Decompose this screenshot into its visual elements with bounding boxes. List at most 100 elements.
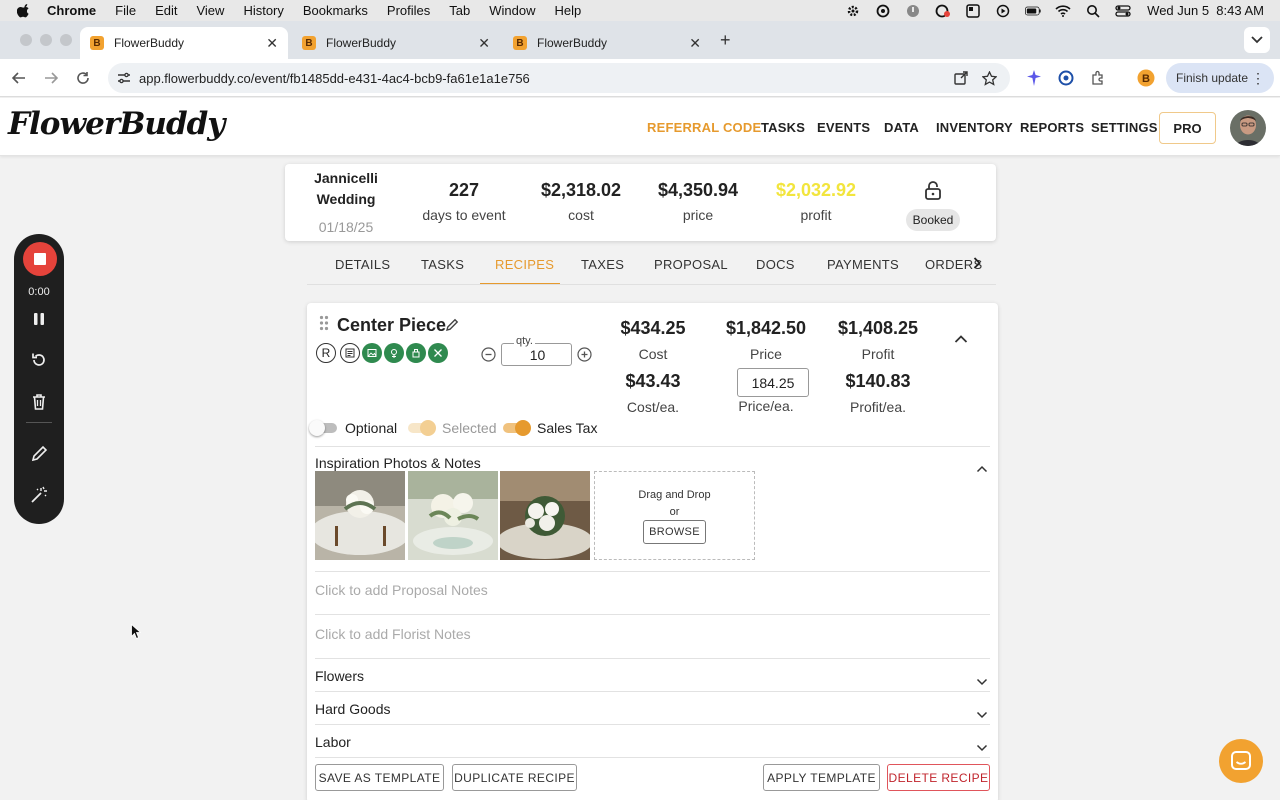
extension-sparkle-icon[interactable] <box>1025 69 1043 87</box>
stop-recording-button[interactable] <box>23 242 57 276</box>
nav-referral-code[interactable]: REFERRAL CODE <box>647 120 761 135</box>
menu-file[interactable]: File <box>115 3 136 18</box>
menu-view[interactable]: View <box>196 3 224 18</box>
hard-goods-section-header[interactable]: Hard Goods <box>315 701 390 717</box>
control-center-icon[interactable] <box>1115 4 1131 18</box>
tab-tasks[interactable]: TASKS <box>421 257 464 272</box>
flowerbuddy-logo[interactable]: FlowerBuddy <box>8 106 225 142</box>
browser-tab-1[interactable]: B FlowerBuddy ✕ <box>80 27 288 59</box>
forward-arrow-icon[interactable] <box>42 69 60 87</box>
pause-icon[interactable] <box>29 309 49 329</box>
collapse-recipe-chevron-up-icon[interactable] <box>954 331 972 345</box>
hard-goods-expand-chevron-down-icon[interactable] <box>976 706 990 719</box>
tab-details[interactable]: DETAILS <box>335 257 390 272</box>
spotlight-search-icon[interactable] <box>1085 4 1101 18</box>
tabs-scroll-right-chevron-icon[interactable] <box>967 254 987 272</box>
menubar-datetime[interactable]: Wed Jun 5 8:43 AM <box>1147 3 1264 18</box>
flowers-section-header[interactable]: Flowers <box>315 668 364 684</box>
qty-value[interactable]: 10 <box>502 347 573 363</box>
status-gear-icon[interactable] <box>845 4 861 18</box>
tab-proposal[interactable]: PROPOSAL <box>654 257 728 272</box>
tab-docs[interactable]: DOCS <box>756 257 795 272</box>
unlock-icon[interactable] <box>923 180 943 200</box>
site-settings-icon[interactable] <box>116 70 132 86</box>
trash-icon[interactable] <box>29 392 49 412</box>
recipe-badge-r[interactable]: R <box>316 343 336 363</box>
tab-close-icon[interactable]: ✕ <box>266 35 278 52</box>
duplicate-recipe-button[interactable]: DUPLICATE RECIPE <box>452 764 577 791</box>
inspiration-photo-3[interactable] <box>500 471 590 560</box>
tab-close-icon[interactable]: ✕ <box>689 35 701 52</box>
nav-settings[interactable]: SETTINGS <box>1091 120 1158 135</box>
back-arrow-icon[interactable] <box>10 69 28 87</box>
save-as-template-button[interactable]: SAVE AS TEMPLATE <box>315 764 444 791</box>
nav-reports[interactable]: REPORTS <box>1020 120 1084 135</box>
window-close-button[interactable] <box>20 34 32 46</box>
nav-events[interactable]: EVENTS <box>817 120 870 135</box>
selected-toggle[interactable]: Selected <box>408 420 496 436</box>
sales-tax-toggle[interactable]: Sales Tax <box>503 420 597 436</box>
quantity-input[interactable]: qty. 10 <box>501 335 573 366</box>
new-tab-plus-icon[interactable]: + <box>720 30 731 51</box>
recipe-image-icon[interactable] <box>362 343 382 363</box>
photo-dropzone[interactable]: Drag and Drop or BROWSE <box>594 471 755 560</box>
effects-wand-icon[interactable] <box>29 485 49 505</box>
status-record-icon[interactable] <box>935 4 951 18</box>
draw-pen-icon[interactable] <box>29 444 49 464</box>
menu-tab[interactable]: Tab <box>449 3 470 18</box>
optional-toggle[interactable]: Optional <box>309 420 397 436</box>
bookmark-star-icon[interactable] <box>981 70 997 86</box>
menu-history[interactable]: History <box>243 3 283 18</box>
tab-recipes[interactable]: RECIPES <box>495 257 554 272</box>
nav-inventory[interactable]: INVENTORY <box>936 120 1013 135</box>
nav-tasks[interactable]: TASKS <box>761 120 805 135</box>
menu-app-name[interactable]: Chrome <box>47 3 96 18</box>
finish-update-button[interactable]: Finish update ⋮ <box>1166 63 1274 93</box>
extension-record-icon[interactable] <box>1057 69 1075 87</box>
status-badge[interactable]: Booked <box>906 209 960 231</box>
status-location-icon[interactable] <box>905 4 921 18</box>
extensions-puzzle-icon[interactable] <box>1089 69 1107 87</box>
restart-icon[interactable] <box>29 350 49 370</box>
nav-data[interactable]: DATA <box>884 120 919 135</box>
profile-avatar-icon[interactable]: B <box>1137 69 1155 87</box>
reload-icon[interactable] <box>74 69 92 87</box>
delete-recipe-button[interactable]: DELETE RECIPE <box>887 764 990 791</box>
menu-edit[interactable]: Edit <box>155 3 177 18</box>
recipe-labor-tools-icon[interactable] <box>428 343 448 363</box>
status-play-icon[interactable] <box>995 4 1011 18</box>
support-chat-button[interactable] <box>1219 739 1263 783</box>
inspiration-section-header[interactable]: Inspiration Photos & Notes <box>315 455 481 471</box>
labor-section-header[interactable]: Labor <box>315 734 351 750</box>
wifi-icon[interactable] <box>1055 4 1071 18</box>
menu-bookmarks[interactable]: Bookmarks <box>303 3 368 18</box>
url-text[interactable]: app.flowerbuddy.co/event/fb1485dd-e431-4… <box>139 71 530 86</box>
more-options-icon[interactable]: ⋮ <box>1251 70 1265 87</box>
menu-profiles[interactable]: Profiles <box>387 3 430 18</box>
address-bar[interactable]: app.flowerbuddy.co/event/fb1485dd-e431-4… <box>108 63 1010 93</box>
window-minimize-button[interactable] <box>40 34 52 46</box>
apple-icon[interactable] <box>17 3 31 18</box>
flowers-expand-chevron-down-icon[interactable] <box>976 673 990 686</box>
battery-icon[interactable] <box>1025 4 1041 18</box>
inspiration-photo-1[interactable] <box>315 471 405 560</box>
status-grammar-icon[interactable] <box>875 4 891 18</box>
recipe-hard-goods-icon[interactable] <box>406 343 426 363</box>
browser-tab-3[interactable]: B FlowerBuddy ✕ <box>503 27 711 59</box>
window-zoom-button[interactable] <box>60 34 72 46</box>
open-external-icon[interactable] <box>953 70 969 86</box>
recipe-notes-icon[interactable] <box>340 343 360 363</box>
tab-payments[interactable]: PAYMENTS <box>827 257 899 272</box>
inspiration-photo-2[interactable] <box>408 471 498 560</box>
drag-handle-icon[interactable] <box>319 315 329 331</box>
florist-notes-field[interactable]: Click to add Florist Notes <box>315 626 471 642</box>
apply-template-button[interactable]: APPLY TEMPLATE <box>763 764 880 791</box>
recipe-flower-icon[interactable] <box>384 343 404 363</box>
labor-expand-chevron-down-icon[interactable] <box>976 739 990 752</box>
tab-close-icon[interactable]: ✕ <box>478 35 490 52</box>
tab-taxes[interactable]: TAXES <box>581 257 624 272</box>
user-avatar[interactable] <box>1230 110 1266 146</box>
qty-decrease-icon[interactable] <box>481 347 496 362</box>
status-grid-icon[interactable] <box>965 3 981 18</box>
menu-window[interactable]: Window <box>489 3 535 18</box>
